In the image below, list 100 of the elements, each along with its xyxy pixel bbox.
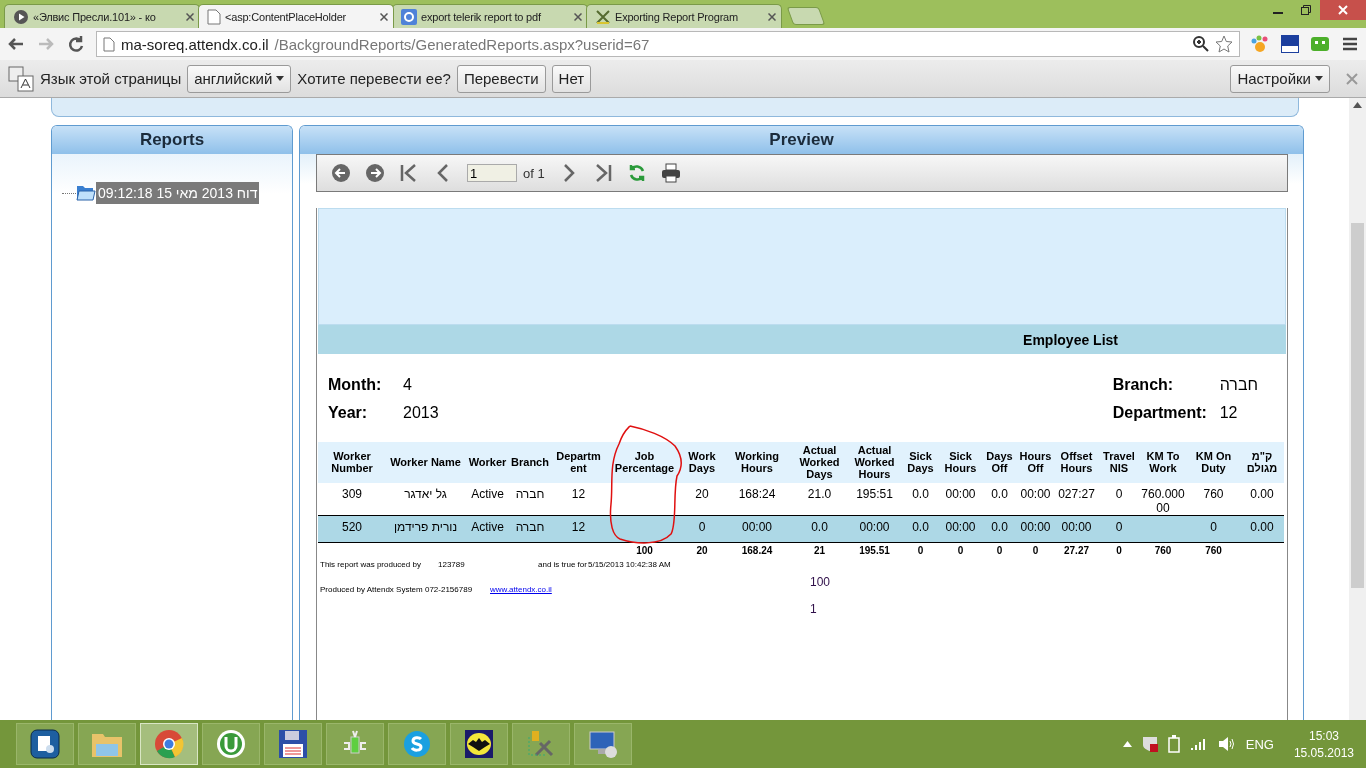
field-value: חברה [1219, 376, 1258, 394]
column-header: Sick Hours [939, 442, 982, 483]
column-header: Working Hours [722, 442, 792, 483]
field-label: Year: [328, 404, 369, 422]
total-cell: 760 [1139, 542, 1187, 558]
total-cell: 0 [939, 542, 982, 558]
table-cell: 00:00 [1054, 515, 1099, 543]
scrollbar[interactable] [1349, 98, 1366, 720]
field-value: 4 [403, 376, 413, 394]
field-label: Department: [1112, 404, 1208, 422]
browser-tab[interactable]: export telerik report to pdf [392, 4, 588, 28]
column-header: Offset Hours [1054, 442, 1099, 483]
table-cell: חברה [510, 515, 550, 543]
scroll-up-icon[interactable] [1353, 102, 1362, 108]
star-icon[interactable] [1215, 35, 1233, 53]
scrollbar-thumb[interactable] [1351, 223, 1364, 588]
extension-icon[interactable] [1280, 34, 1300, 54]
table-cell: 00:00 [847, 515, 902, 543]
page-number: 1 [810, 602, 818, 616]
page-icon [207, 8, 221, 25]
page-number-field[interactable]: 1 [467, 164, 517, 182]
zoom-icon[interactable] [1193, 36, 1209, 52]
table-cell: 0.0 [902, 515, 939, 543]
table-cell: 00:00 [1017, 483, 1054, 516]
close-icon[interactable] [186, 12, 194, 21]
caret-icon [276, 76, 285, 81]
table-cell: 168:24 [722, 483, 792, 516]
table-cell: 20 [682, 483, 722, 516]
bat-icon [464, 729, 494, 759]
field-label: Branch: [1112, 376, 1175, 394]
table-cell: 309 [318, 483, 386, 516]
reload-icon[interactable] [66, 34, 86, 54]
total-cell: 0 [1099, 542, 1139, 558]
restore-icon[interactable] [1301, 5, 1311, 15]
total-cell: 27.27 [1054, 542, 1099, 558]
table-cell: 0.0 [792, 515, 847, 543]
table-cell: 760 [1187, 483, 1240, 516]
table-cell: 0 [682, 515, 722, 543]
footer-text: Produced by Attendx System 072-2156789 [320, 585, 474, 594]
table-cell: 0.0 [982, 515, 1017, 543]
table-cell: נורית פרידמן [386, 515, 465, 543]
close-icon[interactable] [380, 12, 388, 21]
total-cell: 195.51 [847, 542, 902, 558]
close-icon[interactable] [768, 12, 776, 21]
taskbar-app[interactable] [450, 723, 508, 765]
panel-title: Reports [52, 126, 292, 154]
signal-icon[interactable] [1189, 737, 1208, 751]
table-cell: 0.0 [902, 483, 939, 516]
volume-icon[interactable] [1217, 736, 1236, 752]
website-link[interactable]: www.attendx.co.il [490, 585, 590, 594]
report-title: Employee List [318, 325, 1286, 354]
folder-icon [76, 184, 96, 202]
page-icon [103, 36, 115, 52]
column-header: Sick Days [902, 442, 939, 483]
translate-icon [8, 65, 34, 92]
table-cell: Active [465, 515, 510, 543]
footer-text: 5/15/2013 10:42:38 AM [588, 560, 672, 569]
column-header: ק"מ מגולם [1240, 442, 1284, 483]
robot-icon[interactable] [1310, 34, 1330, 54]
table-cell: 00:00 [939, 515, 982, 543]
torrent-icon [216, 729, 246, 759]
table-cell: 0.00 [1240, 483, 1284, 516]
field-label: Month: [328, 376, 383, 394]
close-button[interactable] [1320, 0, 1366, 20]
back-icon[interactable] [331, 163, 351, 183]
battery-icon[interactable] [1167, 735, 1180, 753]
browser-tab[interactable]: <asp:ContentPlaceHolder [198, 4, 394, 28]
tools-icon [526, 729, 556, 759]
table-cell: גל יאדגר [386, 483, 465, 516]
table-cell: 12 [550, 515, 607, 543]
column-header: Work Days [682, 442, 722, 483]
tool-icon [595, 8, 611, 25]
report-item[interactable]: דוח 2013 מאי 15 09:12:18 [96, 182, 260, 204]
caret-icon[interactable] [1122, 741, 1132, 747]
paw-icon[interactable] [1250, 34, 1270, 54]
settings-dropdown[interactable]: Настройки [1230, 64, 1330, 93]
browser-tab[interactable]: «Элвис Пресли.101» - ко [4, 4, 200, 28]
shield-icon[interactable] [1141, 736, 1158, 752]
column-header: Days Off [982, 442, 1017, 483]
table-cell: 00:00 [1017, 515, 1054, 543]
browser-tab[interactable]: Exporting Report Program [586, 4, 782, 28]
table-cell: 0.0 [982, 483, 1017, 516]
column-header: Actual Worked Hours [847, 442, 902, 483]
total-cell: 20 [682, 542, 722, 558]
address-bar[interactable]: ma-soreq.attendx.co.il /BackgroundReports/GeneratedReports.aspx?userid=67 [96, 31, 1240, 57]
close-icon[interactable] [574, 12, 582, 21]
translate-button[interactable]: Нет [551, 64, 592, 93]
table-cell: 027:27 [1054, 483, 1099, 516]
column-header: Branch [510, 442, 550, 483]
column-header: Hours Off [1017, 442, 1054, 483]
table-cell: חברה [510, 483, 550, 516]
forward-icon[interactable] [365, 163, 385, 183]
taskbar-app[interactable] [264, 723, 322, 765]
skype-icon [402, 729, 432, 759]
table-cell: 21.0 [792, 483, 847, 516]
taskbar-app[interactable] [16, 723, 74, 765]
page-language-label: Язык этой страницы [40, 70, 182, 87]
print-icon[interactable] [660, 163, 681, 183]
translate-button[interactable]: Перевести [456, 64, 546, 93]
language-dropdown[interactable]: английский [187, 64, 292, 93]
